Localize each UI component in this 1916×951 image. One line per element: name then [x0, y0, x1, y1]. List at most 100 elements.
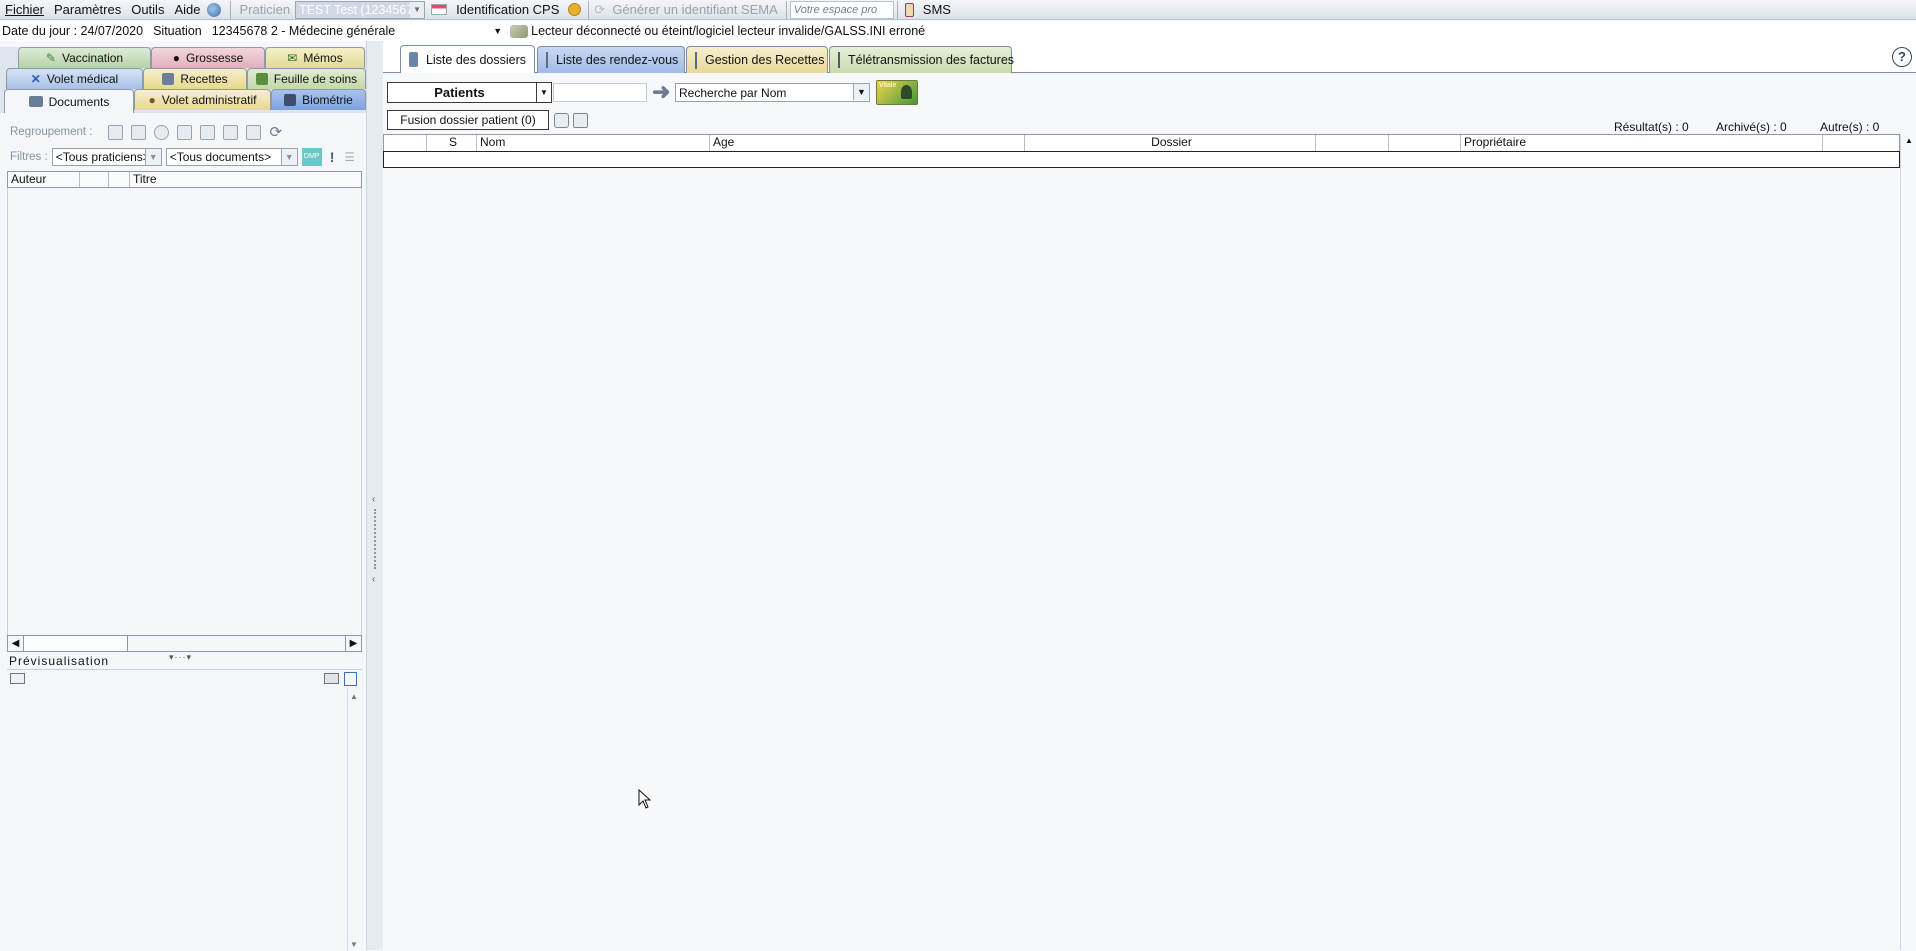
tab-biometrie[interactable]: Biométrie [271, 89, 366, 110]
chevron-down-icon[interactable]: ▼ [144, 149, 161, 165]
generer-identifiant-button[interactable]: Générer un identifiant SEMA [607, 0, 782, 20]
column-blank-1[interactable] [1316, 135, 1389, 151]
documents-grid-body [7, 188, 362, 635]
tab-liste-des-dossiers[interactable]: Liste des dossiers [400, 45, 535, 73]
scroll-thumb[interactable] [24, 636, 128, 651]
scroll-left-button[interactable]: ◀ [8, 636, 24, 651]
tab-memos[interactable]: ✉ Mémos [265, 47, 365, 68]
fusion-dossier-button[interactable]: Fusion dossier patient (0) [387, 110, 549, 130]
calendar-month-icon[interactable] [177, 124, 193, 140]
filter-lines-icon[interactable]: ☰ [344, 150, 354, 164]
archives-count: Archivé(s) : 0 [1716, 120, 1787, 134]
tab-volet-administratif[interactable]: ● Volet administratif [134, 89, 271, 110]
espace-pro-logo[interactable]: Votre espace pro [789, 0, 894, 19]
tab-grossesse[interactable]: ● Grossesse [151, 47, 265, 68]
collapse-icon[interactable] [246, 124, 262, 140]
menu-parametres[interactable]: Paramètres [49, 0, 126, 20]
filtres-label: Filtres : [10, 151, 48, 163]
praticiens-filter[interactable]: <Tous praticiens> ▼ [51, 148, 162, 166]
globe-icon[interactable] [207, 2, 222, 17]
status-bar: Date du jour : 24/07/2020 Situation 1234… [0, 21, 1916, 41]
menu-fichier[interactable]: Fichier [0, 0, 49, 20]
chevron-down-icon[interactable]: ▼ [536, 83, 551, 102]
folder-icon [409, 52, 418, 67]
tab-feuille-de-soins[interactable]: Feuille de soins [247, 68, 366, 89]
preview-scrollbar[interactable]: ▲ ▼ [347, 688, 361, 951]
search-mode-select[interactable]: Recherche par Nom ▼ [675, 83, 870, 102]
column-proprietaire[interactable]: Propriétaire [1461, 135, 1823, 151]
scroll-track[interactable] [128, 636, 345, 651]
splitter-grip-icon[interactable]: ▾···▾ [169, 652, 192, 663]
column-auteur[interactable]: Auteur [8, 172, 80, 187]
dmp-button[interactable]: DMP [301, 148, 322, 166]
collapse-left-icon[interactable]: ‹ [372, 574, 375, 585]
column-flag-1[interactable] [80, 172, 109, 187]
menu-aide[interactable]: Aide [169, 0, 205, 20]
refresh-icon[interactable]: ⟳ [269, 123, 282, 141]
sms-button[interactable]: SMS [918, 0, 956, 20]
patients-grid-vertical-scrollbar[interactable]: ▲ [1900, 134, 1916, 950]
smiley-icon [568, 3, 582, 16]
vitale-card-button[interactable]: Vitale [876, 80, 918, 105]
chevron-down-icon[interactable]: ▼ [410, 1, 425, 18]
documents-grid-header: Auteur Titre [7, 171, 362, 188]
identification-cps-button[interactable]: Identification CPS [451, 0, 564, 20]
scroll-right-button[interactable]: ▶ [345, 636, 361, 651]
tab-gestion-des-recettes[interactable]: Gestion des Recettes [686, 46, 828, 73]
menu-outils[interactable]: Outils [126, 0, 169, 20]
preview-title: Prévisualisation [9, 654, 110, 668]
documents-filter[interactable]: <Tous documents> ▼ [165, 148, 298, 166]
merge-folder-icon[interactable] [573, 113, 588, 128]
column-indicator[interactable] [384, 135, 427, 151]
chevron-down-icon[interactable]: ▼ [280, 149, 297, 165]
scroll-up-button[interactable]: ▲ [350, 692, 358, 701]
column-age[interactable]: Age [710, 135, 1025, 151]
print-icon[interactable] [324, 673, 339, 684]
calendar-clock-icon[interactable] [200, 124, 216, 140]
patients-grid-empty-row [383, 151, 1900, 168]
phone-icon [904, 2, 914, 17]
search-input[interactable] [553, 83, 647, 102]
situation-dropdown-icon[interactable]: ▼ [493, 26, 502, 36]
tree-icon[interactable] [131, 124, 147, 140]
documents-panel: Regroupement : ⟳ Filtres : <Tous pratici… [0, 113, 364, 951]
horizontal-scrollbar[interactable]: ◀ ▶ [7, 635, 362, 652]
tab-teletransmission-des-factures[interactable]: Télétransmission des factures [829, 46, 1014, 73]
exclamation-icon[interactable]: ! [330, 149, 335, 165]
refresh-icon: ⟳ [594, 1, 606, 17]
praticien-select[interactable]: TEST Test (123456782 ▼ [295, 0, 426, 19]
tab-volet-medical[interactable]: ✕ Volet médical [6, 68, 143, 89]
scroll-down-button[interactable]: ▼ [350, 940, 358, 949]
pregnancy-icon: ● [172, 51, 180, 65]
merge-person-icon[interactable] [554, 113, 569, 128]
column-s[interactable]: S [427, 135, 477, 151]
column-dossier[interactable]: Dossier [1025, 135, 1316, 151]
zoom-icon[interactable] [344, 672, 357, 686]
column-blank-3[interactable] [1823, 135, 1899, 151]
search-type-select[interactable]: Patients ▼ [387, 82, 552, 103]
column-nom[interactable]: Nom [477, 135, 710, 151]
expand-icon[interactable] [223, 124, 239, 140]
splitter-dots [374, 509, 376, 569]
situation-label: Situation [153, 24, 202, 38]
scroll-up-button[interactable]: ▲ [1905, 136, 1913, 145]
column-flag-2[interactable] [109, 172, 130, 187]
calendar-icon[interactable] [108, 124, 124, 140]
person-icon[interactable] [154, 124, 170, 140]
tab-documents[interactable]: Documents [4, 89, 134, 113]
tab-liste-des-rendez-vous[interactable]: Liste des rendez-vous [537, 46, 685, 73]
collapse-left-icon[interactable]: ‹ [372, 494, 375, 505]
tab-recettes[interactable]: Recettes [143, 68, 247, 89]
help-button[interactable]: ? [1892, 47, 1912, 67]
fullscreen-icon[interactable] [10, 673, 25, 684]
situation-value: 12345678 2 - Médecine générale [211, 24, 396, 38]
column-blank-2[interactable] [1389, 135, 1461, 151]
arrow-right-icon[interactable]: ➜ [652, 79, 670, 105]
memo-icon: ✉ [287, 51, 298, 65]
column-titre[interactable]: Titre [130, 172, 361, 187]
praticien-label: Praticien [239, 1, 291, 17]
tab-vaccination[interactable]: ✎ Vaccination [18, 47, 151, 68]
panel-splitter[interactable]: ‹ ‹ [366, 41, 383, 950]
regroupement-row: Regroupement : ⟳ [10, 123, 282, 141]
chevron-down-icon[interactable]: ▼ [853, 84, 869, 100]
